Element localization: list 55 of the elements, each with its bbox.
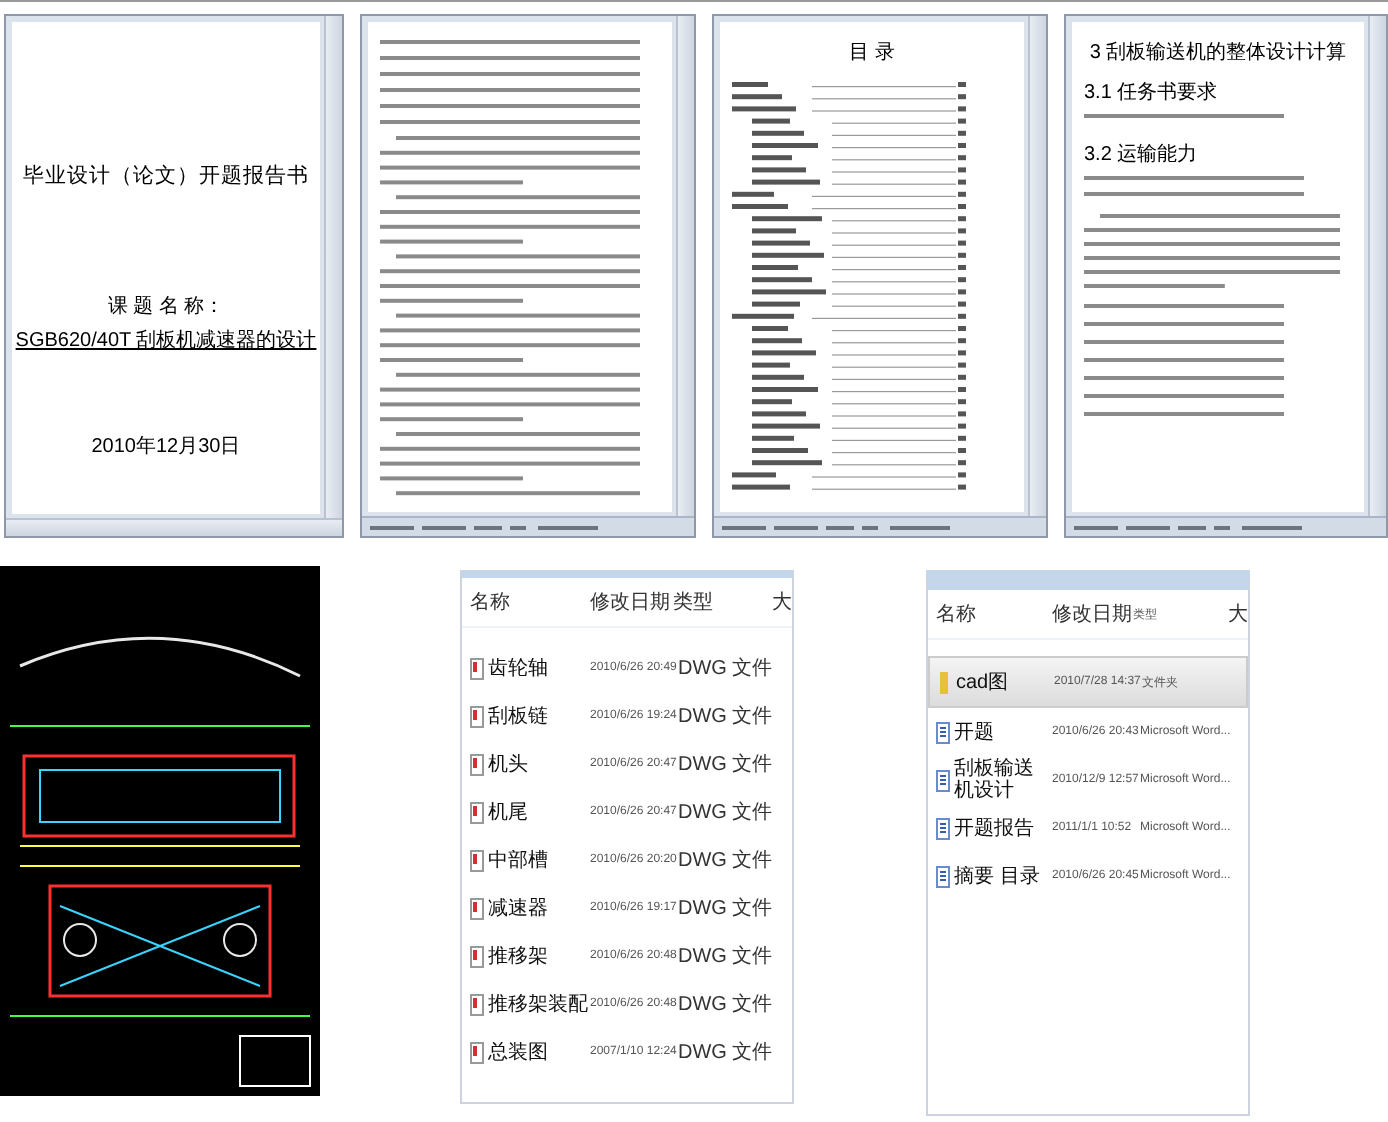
section-heading: 3.1 任务书要求 bbox=[1084, 79, 1220, 106]
file-icon bbox=[470, 801, 484, 823]
chapter-title: 3 刮板输送机的整体设计计算 bbox=[1087, 39, 1349, 66]
column-header: 修改日期 bbox=[590, 589, 672, 616]
scrollbar[interactable] bbox=[676, 16, 694, 516]
file-icon bbox=[470, 753, 484, 775]
file-name: 推移架 bbox=[488, 945, 548, 967]
file-name: 减速器 bbox=[488, 897, 548, 919]
scrollbar[interactable] bbox=[1368, 16, 1386, 516]
file-name: 推移架装配 bbox=[488, 993, 588, 1015]
toc-title: 目 录 bbox=[847, 40, 897, 66]
file-name: 开题 bbox=[954, 721, 994, 743]
file-icon bbox=[470, 705, 484, 727]
subject-label: 课 题 名 称： bbox=[107, 294, 225, 320]
section-heading: 3.2 运输能力 bbox=[1084, 141, 1200, 168]
file-icon bbox=[470, 849, 484, 871]
file-type: DWG 文件 bbox=[678, 799, 775, 826]
file-name: 刮板链 bbox=[488, 705, 548, 727]
file-icon bbox=[470, 945, 484, 967]
file-type: DWG 文件 bbox=[678, 703, 775, 730]
column-header: 大 bbox=[772, 589, 792, 616]
document-icon bbox=[936, 769, 950, 791]
file-icon bbox=[470, 657, 484, 679]
document-title: 毕业设计（论文）开题报告书 bbox=[23, 162, 309, 190]
scrollbar[interactable] bbox=[6, 518, 342, 536]
folder-icon bbox=[938, 671, 952, 693]
file-type: DWG 文件 bbox=[678, 895, 775, 922]
file-type: DWG 文件 bbox=[678, 655, 775, 682]
document-date: 2010年12月30日 bbox=[91, 434, 241, 460]
scrollbar[interactable] bbox=[1028, 16, 1046, 516]
file-type: DWG 文件 bbox=[678, 751, 775, 778]
file-icon bbox=[470, 993, 484, 1015]
document-icon bbox=[936, 817, 950, 839]
document-icon bbox=[936, 721, 950, 743]
file-name: 齿轮轴 bbox=[488, 657, 548, 679]
scrollbar[interactable] bbox=[324, 16, 342, 518]
file-icon bbox=[470, 1041, 484, 1063]
file-icon bbox=[470, 897, 484, 919]
column-header: 修改日期 bbox=[1052, 601, 1133, 628]
column-header: 类型 bbox=[673, 589, 716, 616]
file-name: 机尾 bbox=[488, 801, 528, 823]
file-type: DWG 文件 bbox=[678, 1039, 775, 1066]
file-name: cad图 bbox=[956, 671, 1009, 693]
file-name: 总装图 bbox=[488, 1041, 548, 1063]
document-icon bbox=[936, 865, 950, 887]
subject-value: SGB620/40T 刮板机减速器的设计 bbox=[15, 327, 317, 354]
file-type: DWG 文件 bbox=[678, 847, 775, 874]
file-type: DWG 文件 bbox=[678, 991, 775, 1018]
column-header: 大 bbox=[1228, 601, 1248, 628]
column-header: 名称 bbox=[936, 602, 978, 628]
file-name: 开题报告 bbox=[954, 817, 1034, 839]
file-name: 刮板输送机设计 bbox=[954, 758, 1036, 802]
column-header: 名称 bbox=[470, 590, 512, 616]
file-type: DWG 文件 bbox=[678, 943, 775, 970]
file-name: 机头 bbox=[488, 753, 528, 775]
